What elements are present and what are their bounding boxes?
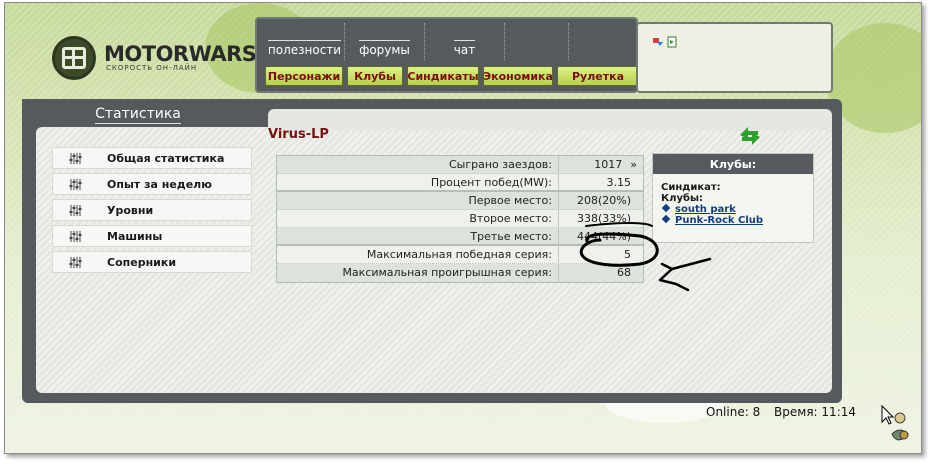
- transfer-icon[interactable]: [652, 36, 664, 48]
- club-link[interactable]: south park: [675, 204, 736, 215]
- roulette-button[interactable]: Рулетка: [557, 66, 639, 86]
- clubs-label: Клубы:: [661, 193, 704, 204]
- clubs-button[interactable]: Клубы: [347, 66, 403, 86]
- stat-value: 338(33%): [576, 212, 631, 225]
- sidebar-item-levels[interactable]: Уровни: [52, 199, 252, 221]
- table-row: Второе место: 338(33%): [277, 210, 643, 228]
- nav-empty-slot: [505, 23, 569, 61]
- nav-link-chat[interactable]: чат: [425, 23, 505, 61]
- sidebar-item-label: Опыт за неделю: [107, 177, 212, 191]
- stat-label: Первое место:: [277, 192, 559, 209]
- time-value: 11:14: [821, 405, 857, 419]
- clubs-header: Клубы:: [653, 154, 813, 174]
- content-area: Общая статистика Опыт за неделю Уровни М…: [36, 109, 832, 393]
- stat-label: Третье место:: [277, 228, 559, 244]
- stat-value: 1017: [594, 158, 623, 171]
- sliders-icon: [69, 230, 82, 242]
- table-row: Процент побед(MW): 3.15: [277, 174, 643, 192]
- stats-table: Сыграно заездов: 1017 » Процент побед(MW)…: [276, 155, 644, 283]
- nav-link-forums[interactable]: форумы: [345, 23, 425, 61]
- sidebar-item-label: Соперники: [107, 255, 177, 269]
- sidebar-item-label: Уровни: [107, 203, 154, 217]
- top-navigation: полезности форумы чат Персонажи Клубы Си…: [255, 17, 639, 93]
- syndicates-button[interactable]: Синдикаты: [407, 66, 479, 86]
- stats-sidebar: Общая статистика Опыт за неделю Уровни М…: [52, 147, 252, 277]
- syndicate-label: Синдикат:: [661, 182, 721, 193]
- sidebar-item-rivals[interactable]: Соперники: [52, 251, 252, 273]
- clubs-box: Клубы: Синдикат: Клубы: south park Punk-…: [652, 153, 814, 243]
- sliders-icon: [69, 204, 82, 216]
- stat-label: Максимальная победная серия:: [277, 246, 559, 263]
- sliders-icon: [69, 152, 82, 164]
- characters-button[interactable]: Персонажи: [265, 66, 343, 86]
- table-row: Сыграно заездов: 1017 »: [277, 156, 643, 174]
- stat-label: Второе место:: [277, 210, 559, 227]
- exit-icon[interactable]: [666, 36, 678, 48]
- stat-label: Максимальная проигрышная серия:: [277, 264, 559, 282]
- sidebar-item-weekly-exp[interactable]: Опыт за неделю: [52, 173, 252, 195]
- bullet-icon: [661, 214, 671, 224]
- club-link[interactable]: Punk-Rock Club: [675, 215, 763, 226]
- sidebar-item-label: Общая статистика: [107, 151, 225, 165]
- online-label: Online:: [706, 405, 749, 419]
- nav-link-useful[interactable]: полезности: [265, 23, 345, 61]
- stat-label: Сыграно заездов:: [277, 156, 559, 173]
- economy-button[interactable]: Экономика: [483, 66, 553, 86]
- online-count: 8: [752, 405, 761, 419]
- stat-label: Процент побед(MW):: [277, 174, 559, 190]
- sliders-icon: [69, 256, 82, 268]
- club-item: south park: [661, 203, 805, 215]
- stat-value: 3.15: [606, 176, 632, 189]
- sidebar-item-general-stats[interactable]: Общая статистика: [52, 147, 252, 169]
- time-label: Время:: [774, 405, 818, 419]
- stat-value: 444(44%): [576, 230, 631, 243]
- main-panel: Статистика Общая статистика Опыт за неде…: [22, 99, 842, 403]
- stat-value: 208(20%): [576, 194, 631, 207]
- logo-mark-icon: [52, 36, 96, 80]
- table-row: Третье место: 444(44%): [277, 228, 643, 246]
- player-name[interactable]: Virus-LP: [268, 127, 329, 142]
- user-panel: [636, 22, 833, 93]
- stat-value: 5: [624, 248, 631, 261]
- sliders-icon: [69, 178, 82, 190]
- more-link[interactable]: »: [630, 158, 637, 171]
- status-line: Online: 8 Время: 11:14: [706, 405, 856, 419]
- club-item: Punk-Rock Club: [661, 214, 805, 226]
- sidebar-item-cars[interactable]: Машины: [52, 225, 252, 247]
- table-row: Максимальная победная серия: 5: [277, 246, 643, 264]
- sidebar-item-label: Машины: [107, 229, 163, 243]
- bullet-icon: [661, 203, 671, 213]
- table-row: Максимальная проигрышная серия: 68: [277, 264, 643, 282]
- character-cursor-icon: [881, 404, 909, 441]
- stat-value: 68: [617, 266, 631, 279]
- refresh-arrows-icon[interactable]: [736, 123, 764, 147]
- table-row: Первое место: 208(20%): [277, 192, 643, 210]
